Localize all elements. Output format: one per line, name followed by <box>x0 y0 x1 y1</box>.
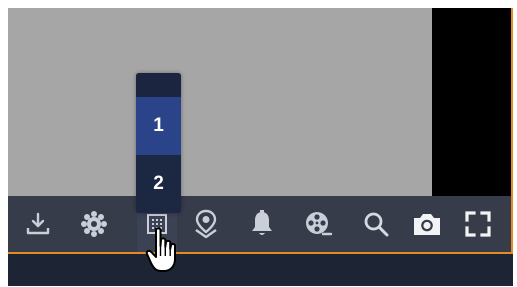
snapshot-button[interactable] <box>407 196 447 252</box>
video-viewport[interactable] <box>8 8 432 196</box>
grid-layout-icon <box>145 212 169 236</box>
download-icon <box>24 210 52 238</box>
layout-dropdown-menu: 1 2 <box>136 73 181 213</box>
camera-icon <box>411 210 443 238</box>
screen: 1 2 <box>0 0 517 287</box>
film-reel-icon <box>303 209 333 239</box>
layout-option-1[interactable]: 1 <box>136 97 181 155</box>
search-button[interactable] <box>356 196 396 252</box>
fullscreen-icon <box>463 209 493 239</box>
bell-icon <box>248 209 276 239</box>
gear-icon <box>79 209 109 239</box>
settings-button[interactable] <box>74 196 114 252</box>
download-button[interactable] <box>18 196 58 252</box>
player-toolbar <box>8 196 511 252</box>
location-button[interactable] <box>186 196 226 252</box>
location-pin-icon <box>192 209 220 239</box>
fullscreen-button[interactable] <box>458 196 498 252</box>
film-button[interactable] <box>298 196 338 252</box>
video-player: 1 2 <box>8 8 513 286</box>
dropdown-header <box>136 73 181 97</box>
layout-option-2[interactable]: 2 <box>136 155 181 213</box>
search-icon <box>362 210 390 238</box>
alarm-button[interactable] <box>242 196 282 252</box>
